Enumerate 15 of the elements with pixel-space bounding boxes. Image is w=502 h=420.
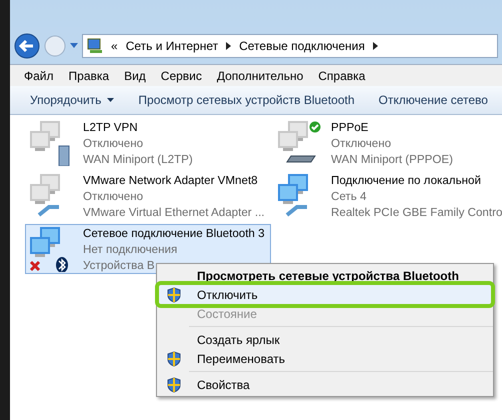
connection-status: Сеть 4 xyxy=(331,189,366,205)
adapter-name: VMware Virtual Ethernet Adapter ... xyxy=(83,205,265,221)
adapter-name: WAN Miniport (L2TP) xyxy=(83,152,193,168)
connection-name: PPPoE xyxy=(331,120,368,136)
connection-name: Сетевое подключение Bluetooth 3 xyxy=(83,226,265,242)
connection-status: Отключено xyxy=(83,136,144,152)
connection-name: VMware Network Adapter VMnet8 xyxy=(83,173,258,189)
adapter-name: Устройства B xyxy=(83,258,155,274)
adapter-name: WAN Miniport (PPPOE) xyxy=(331,152,453,168)
connection-status: Нет подключения xyxy=(83,242,178,258)
connection-status: Отключено xyxy=(331,136,392,152)
connection-status: Отключено xyxy=(83,189,144,205)
connection-name: Подключение по локальной xyxy=(331,173,481,189)
connection-name: L2TP VPN xyxy=(83,120,138,136)
adapter-name: Realtek PCIe GBE Family Contro xyxy=(331,205,502,221)
